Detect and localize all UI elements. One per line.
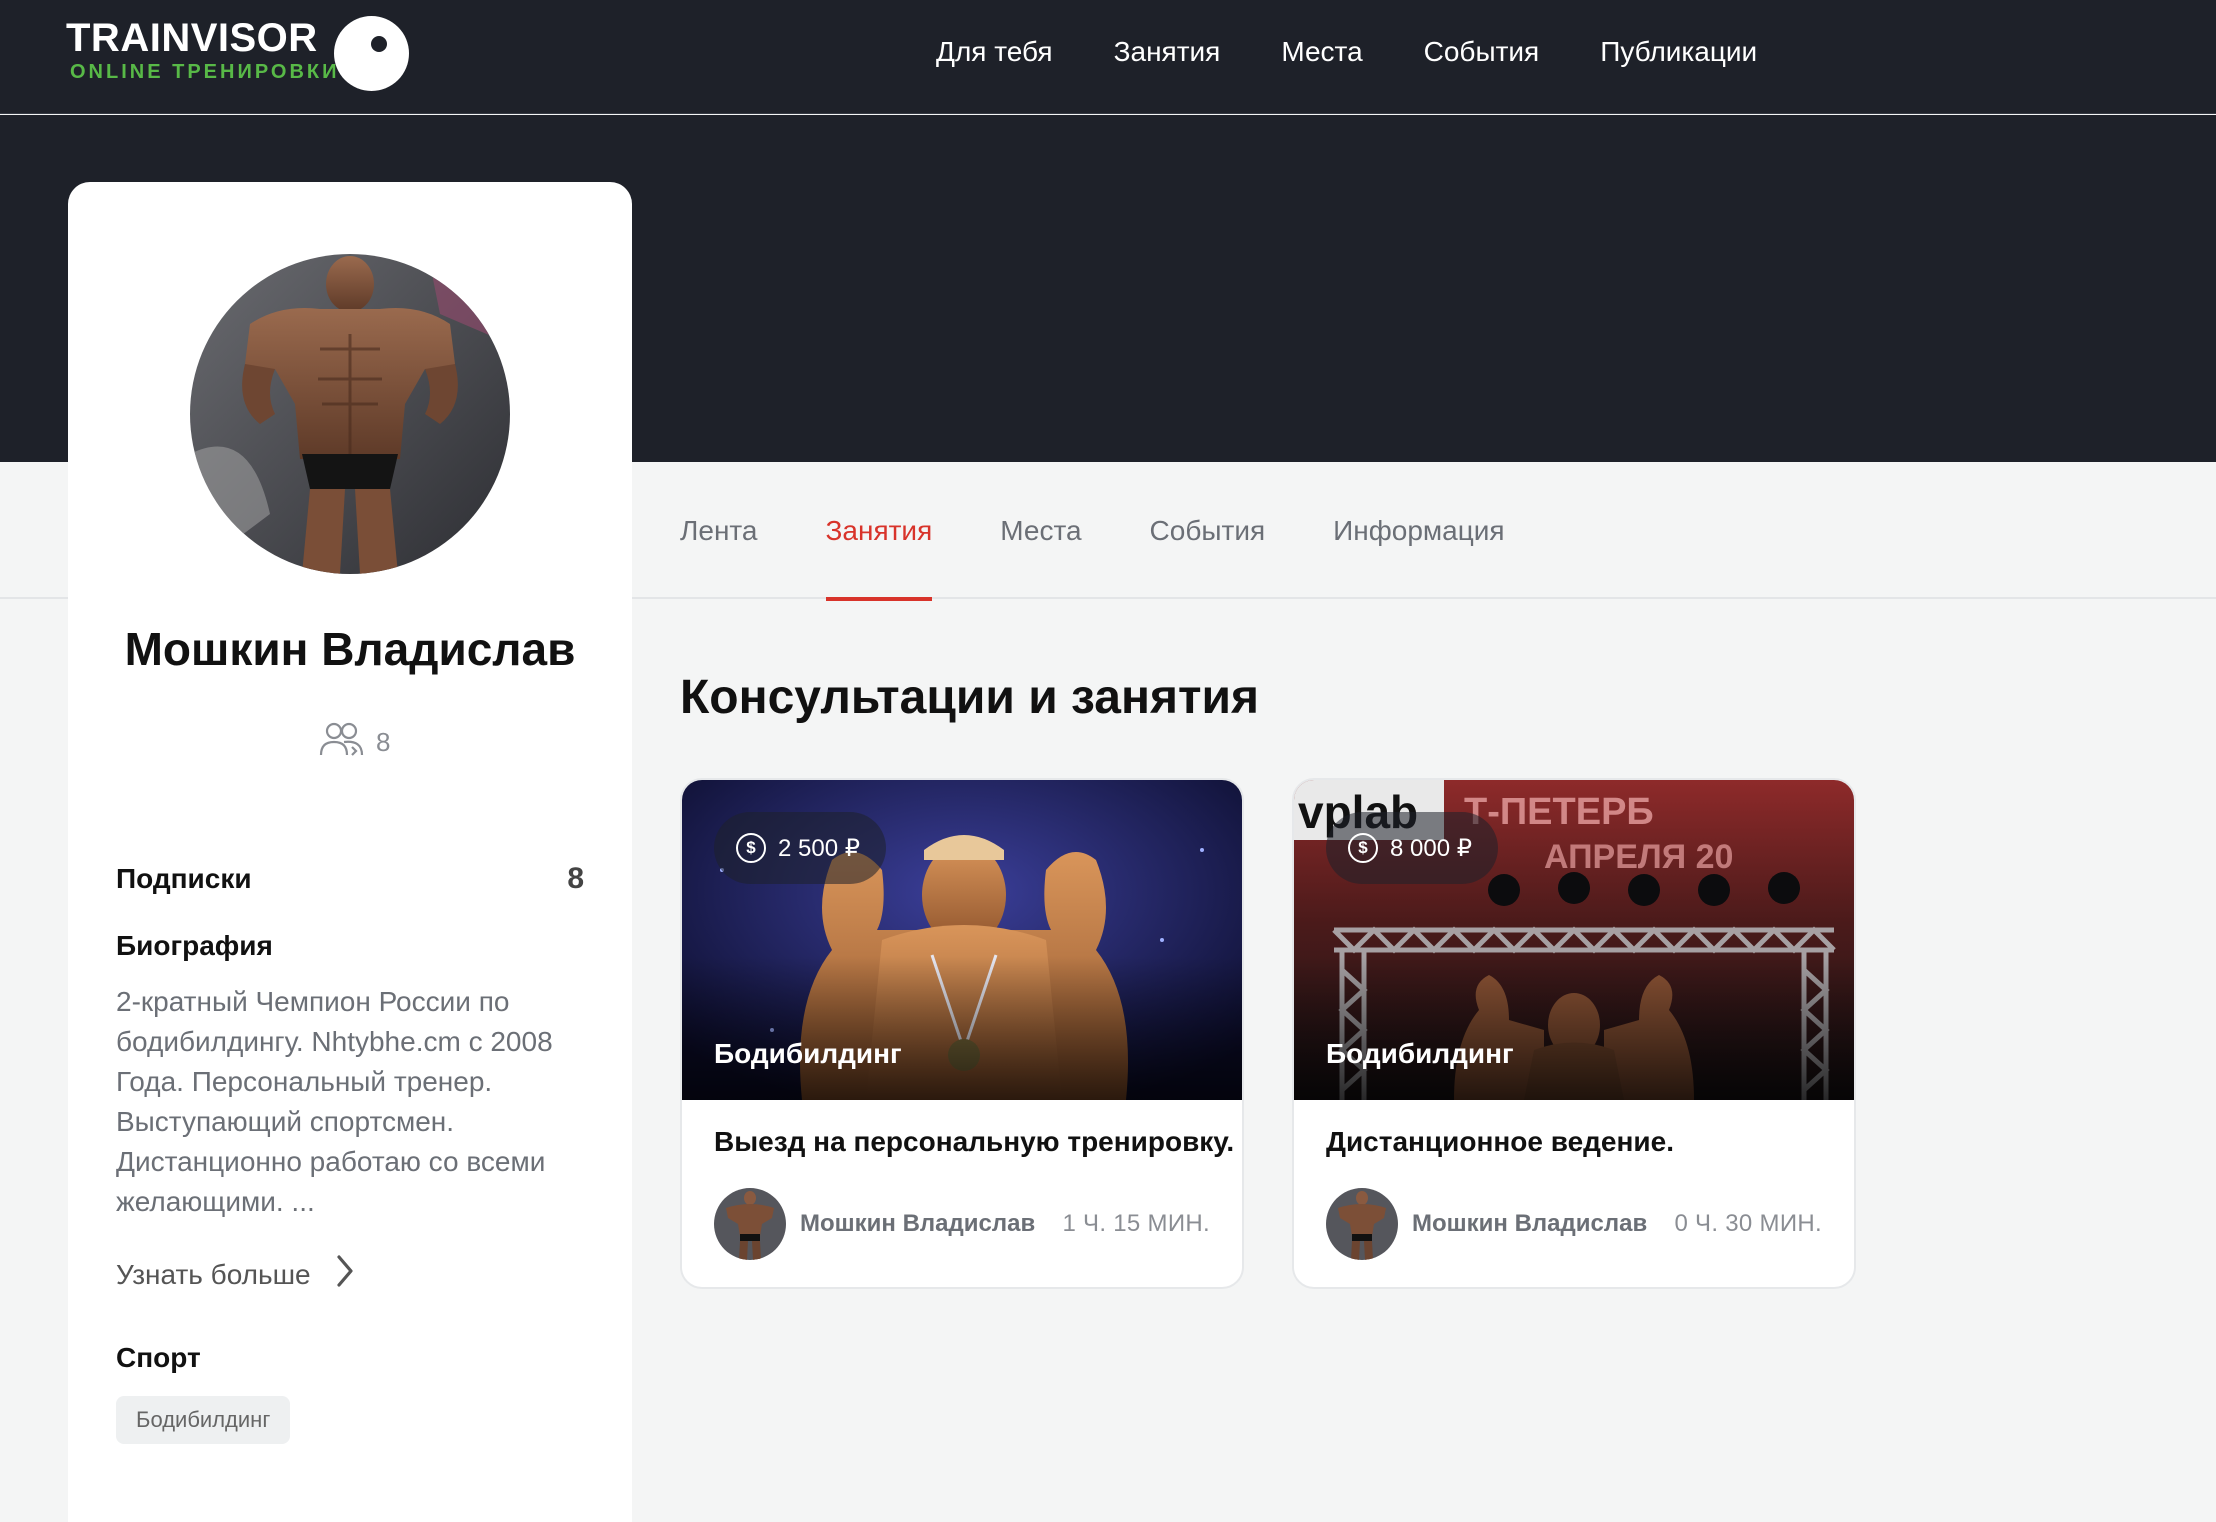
nav-link-publications[interactable]: Публикации [1600,36,1757,68]
tab-feed[interactable]: Лента [680,462,758,599]
author-name[interactable]: Мошкин Владислав [1412,1210,1647,1238]
tab-places[interactable]: Места [1000,462,1081,599]
tab-classes[interactable]: Занятия [825,462,932,601]
top-navbar: TRAINVISOR ONLINE ТРЕНИРОВКИ Для тебя За… [0,0,2216,114]
price-badge: $ 2 500 ₽ [714,812,886,884]
sport-chip[interactable]: Бодибилдинг [116,1396,291,1444]
class-title: Дистанционное ведение. [1326,1126,1674,1157]
chevron-right-icon [335,1254,355,1295]
profile-name: Мошкин Владислав [124,623,576,675]
nav-link-classes[interactable]: Занятия [1114,36,1221,68]
nav-link-events[interactable]: События [1424,36,1540,68]
nav-link-for-you[interactable]: Для тебя [936,36,1053,68]
bio-title: Биография [116,930,273,961]
tab-info[interactable]: Информация [1333,462,1504,599]
tab-events[interactable]: События [1150,462,1266,599]
class-card-image: $ 2 500 ₽ Бодибилдинг [682,780,1242,1100]
profile-card: Мошкин Владислав 8 Подписки 8 Биография … [68,182,632,1522]
class-category: Бодибилдинг [714,1038,902,1069]
avatar[interactable] [190,254,510,574]
class-card-image: vplab Т-ПЕТЕРБ АПРЕЛЯ 20 $ 8 000 ₽ Бодиб [1294,780,1854,1100]
author-avatar[interactable] [714,1188,786,1260]
class-title: Выезд на персональную тренировку. [714,1126,1235,1157]
main-nav: Для тебя Занятия Места События Публикаци… [936,0,1757,104]
class-card[interactable]: vplab Т-ПЕТЕРБ АПРЕЛЯ 20 $ 8 000 ₽ Бодиб [1292,778,1856,1289]
profile-tabs: Лента Занятия Места События Информация [680,462,1573,601]
section-title: Консультации и занятия [680,671,1259,724]
price-value: 8 000 ₽ [1390,834,1472,862]
subscriptions-count: 8 [567,862,584,895]
dollar-coin-icon: $ [736,833,766,863]
learn-more-label: Узнать больше [116,1258,311,1290]
learn-more-link[interactable]: Узнать больше [116,1254,355,1295]
subscriptions-row[interactable]: Подписки 8 [116,862,584,896]
followers-count: 8 [376,726,391,757]
author-name[interactable]: Мошкин Владислав [800,1210,1035,1238]
author-avatar[interactable] [1326,1188,1398,1260]
nav-link-places[interactable]: Места [1281,36,1362,68]
eye-icon [334,16,409,91]
class-category: Бодибилдинг [1326,1038,1514,1069]
followers-icon [318,719,366,766]
sport-title: Спорт [116,1342,201,1373]
dollar-coin-icon: $ [1348,833,1378,863]
class-card-footer: Мошкин Владислав 0 Ч. 30 МИН. [1326,1188,1822,1260]
subscriptions-label: Подписки [116,863,252,894]
logo-tagline: ONLINE ТРЕНИРОВКИ [70,61,340,83]
price-value: 2 500 ₽ [778,834,860,862]
followers-stat[interactable]: 8 [318,722,390,762]
logo-wordmark: TRAINVISOR [66,16,318,60]
class-duration: 0 Ч. 30 МИН. [1674,1210,1822,1237]
class-duration: 1 Ч. 15 МИН. [1062,1210,1210,1237]
class-card[interactable]: $ 2 500 ₽ Бодибилдинг Выезд на персональ… [680,778,1244,1289]
price-badge: $ 8 000 ₽ [1326,812,1498,884]
bio-text: 2-кратный Чемпион России по бодибилдингу… [116,986,553,1217]
class-card-footer: Мошкин Владислав 1 Ч. 15 МИН. [714,1188,1210,1260]
trainvisor-logo[interactable]: TRAINVISOR ONLINE ТРЕНИРОВКИ [66,16,421,92]
